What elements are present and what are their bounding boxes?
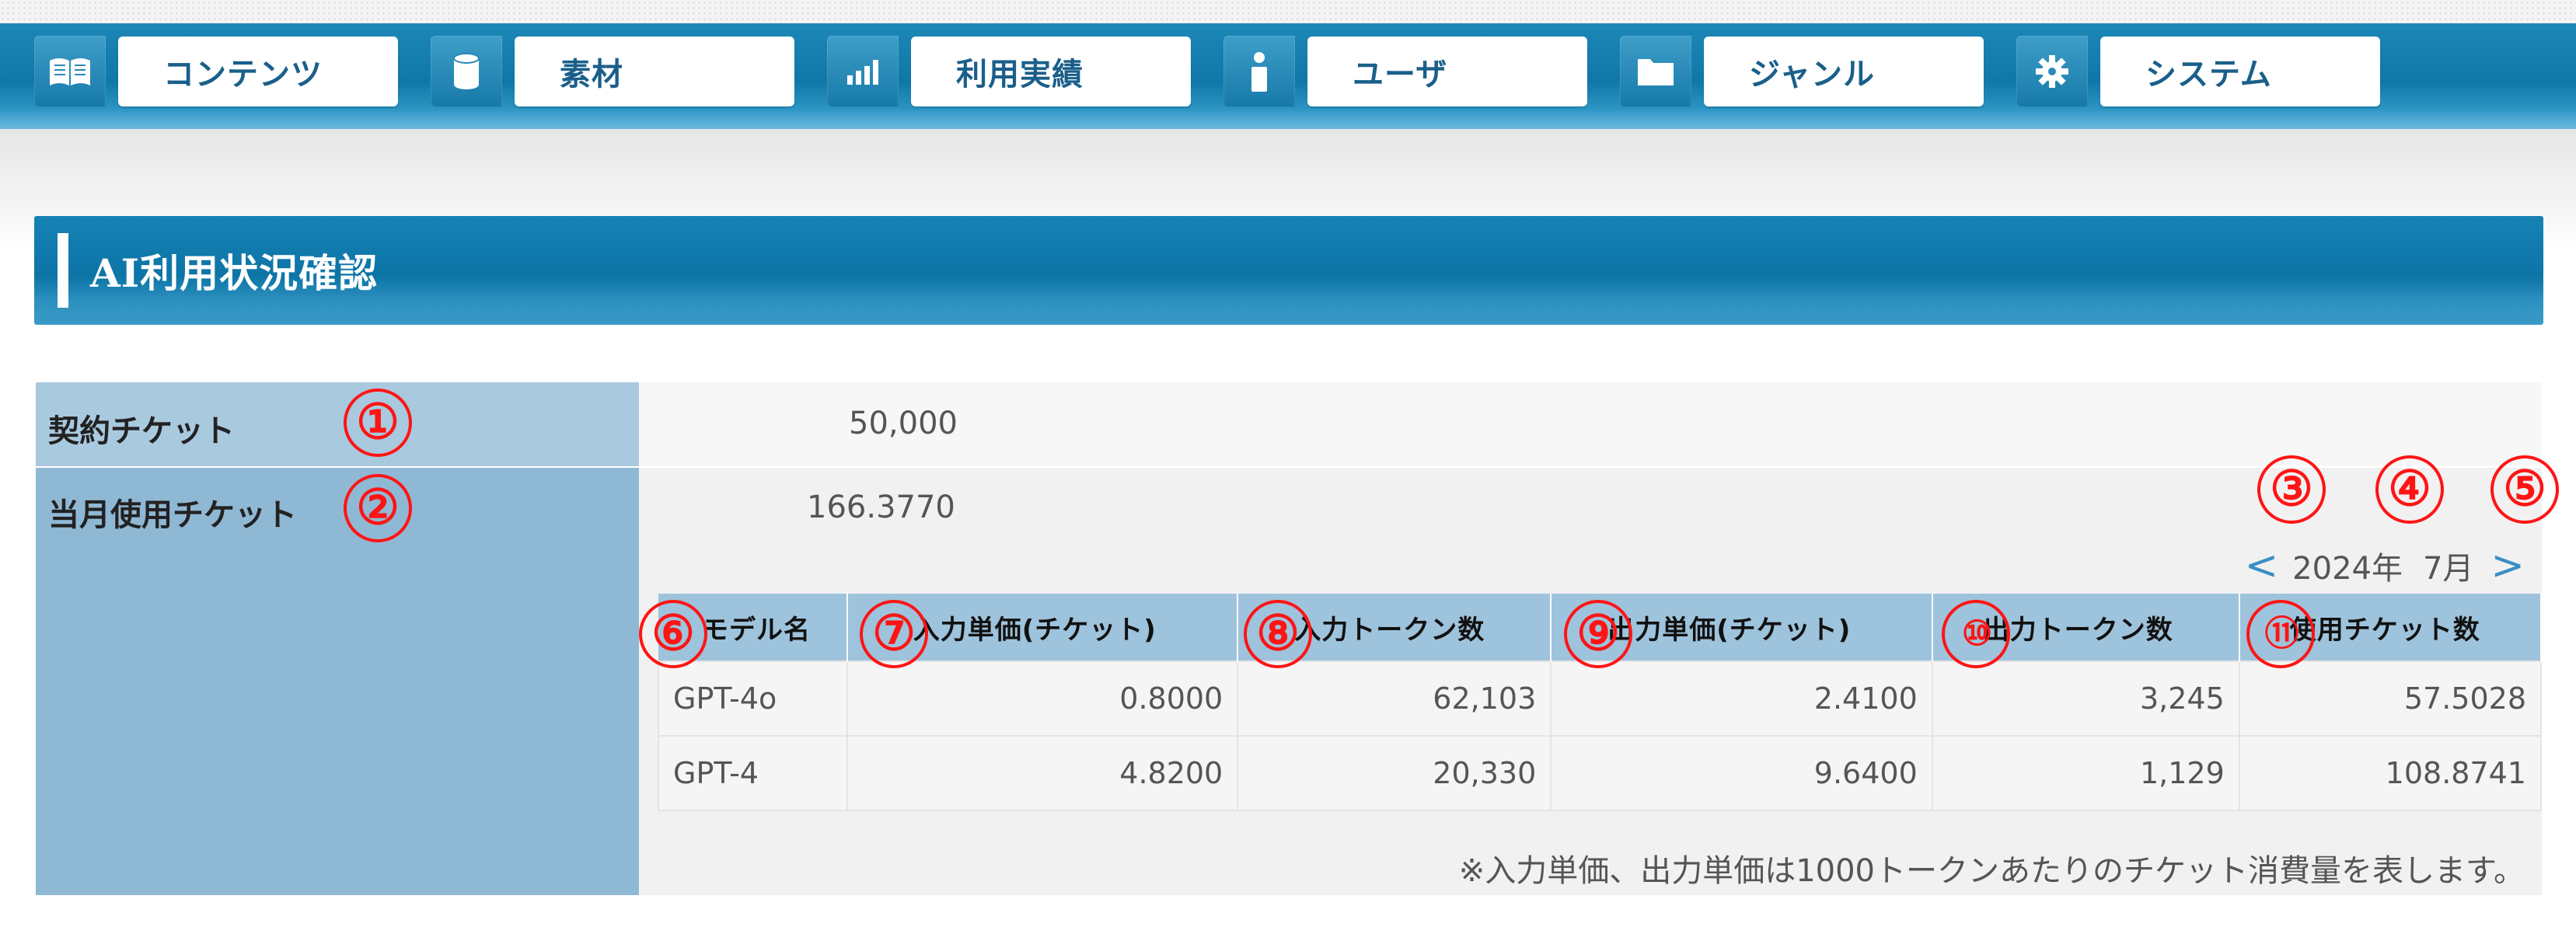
cell-model: GPT-4	[658, 735, 848, 811]
cell-tickets-used: 57.5028	[2238, 660, 2543, 737]
bar-chart-icon	[827, 36, 899, 107]
cylinder-icon	[431, 36, 502, 107]
monthly-value-cell: 166.3770 ③ ④ ⑤ < 2024年 7月 > モデル名 入力単価(チケ…	[639, 455, 2559, 895]
annotation-marker-2: ②	[344, 474, 412, 542]
usage-panel: 契約チケット 当月使用チケット ① ② 50,000 166.3770 ③ ④ …	[36, 382, 2559, 895]
cell-output-tokens: 1,129	[1931, 735, 2240, 811]
next-month-button[interactable]: >	[2490, 542, 2525, 589]
contract-value-cell: 50,000	[639, 382, 2542, 468]
nav-label-materials: 素材	[515, 37, 794, 106]
month-navigator: < 2024年 7月 >	[2245, 542, 2525, 589]
annotation-marker-11: ⑪	[2246, 600, 2315, 668]
nav-label-usage: 利用実績	[911, 37, 1191, 106]
nav-label-genres: ジャンル	[1704, 37, 1984, 106]
annotation-marker-5: ⑤	[2490, 455, 2559, 524]
folder-icon	[1620, 36, 1691, 107]
cell-output-tokens: 3,245	[1931, 660, 2240, 737]
cell-tickets-used: 108.8741	[2238, 735, 2543, 811]
annotation-marker-7: ⑦	[860, 600, 928, 668]
monthly-ticket-label: 当月使用チケット	[48, 497, 297, 533]
user-icon	[1223, 36, 1295, 107]
footnote: ※入力単価、出力単価は1000トークンあたりのチケット消費量を表します。	[1458, 853, 2525, 889]
annotation-marker-1: ①	[344, 389, 412, 457]
annotation-marker-6: ⑥	[639, 600, 707, 668]
cell-input-price: 0.8000	[846, 660, 1239, 737]
annotation-marker-4: ④	[2375, 455, 2444, 524]
nav-item-contents[interactable]: コンテンツ	[34, 36, 398, 107]
cell-output-price: 9.6400	[1550, 735, 1933, 811]
annotation-marker-9: ⑨	[1564, 600, 1632, 668]
nav-item-users[interactable]: ユーザ	[1223, 36, 1587, 107]
nav-item-materials[interactable]: 素材	[431, 36, 794, 107]
annotation-marker-8: ⑧	[1244, 600, 1312, 668]
gear-icon	[2016, 36, 2088, 107]
cell-output-price: 2.4100	[1550, 660, 1933, 737]
month-value: 7月	[2422, 551, 2474, 587]
contract-ticket-value: 50,000	[849, 406, 958, 441]
year-value: 2024年	[2292, 551, 2403, 587]
prev-month-button[interactable]: <	[2245, 542, 2279, 589]
nav-item-system[interactable]: システム	[2016, 36, 2380, 107]
cell-model: GPT-4o	[658, 660, 848, 737]
nav-label-users: ユーザ	[1307, 37, 1587, 106]
nav-label-contents: コンテンツ	[118, 37, 398, 106]
annotation-marker-10: ⑩	[1942, 600, 2010, 668]
cell-input-tokens: 62,103	[1237, 660, 1552, 737]
nav-item-usage[interactable]: 利用実績	[827, 36, 1191, 107]
table-row: GPT-4o 0.8000 62,103 2.4100 3,245 57.502…	[658, 660, 2543, 737]
nav-label-system: システム	[2100, 37, 2380, 106]
annotation-marker-3: ③	[2257, 455, 2326, 524]
page-title: AI利用状況確認	[90, 250, 379, 296]
table-row: GPT-4 4.8200 20,330 9.6400 1,129 108.874…	[658, 735, 2543, 811]
nav-item-genres[interactable]: ジャンル	[1620, 36, 1984, 107]
top-dotted-strip	[0, 0, 2576, 23]
cell-input-price: 4.8200	[846, 735, 1239, 811]
main-navigation: コンテンツ 素材 利用実績 ユーザ ジャンル システム	[0, 23, 2576, 129]
title-accent-bar	[58, 233, 68, 308]
contract-ticket-label: 契約チケット	[48, 413, 235, 449]
book-icon	[34, 36, 106, 107]
cell-input-tokens: 20,330	[1237, 735, 1552, 811]
monthly-ticket-value: 166.3770	[807, 490, 955, 525]
page-title-bar: AI利用状況確認	[34, 216, 2543, 325]
